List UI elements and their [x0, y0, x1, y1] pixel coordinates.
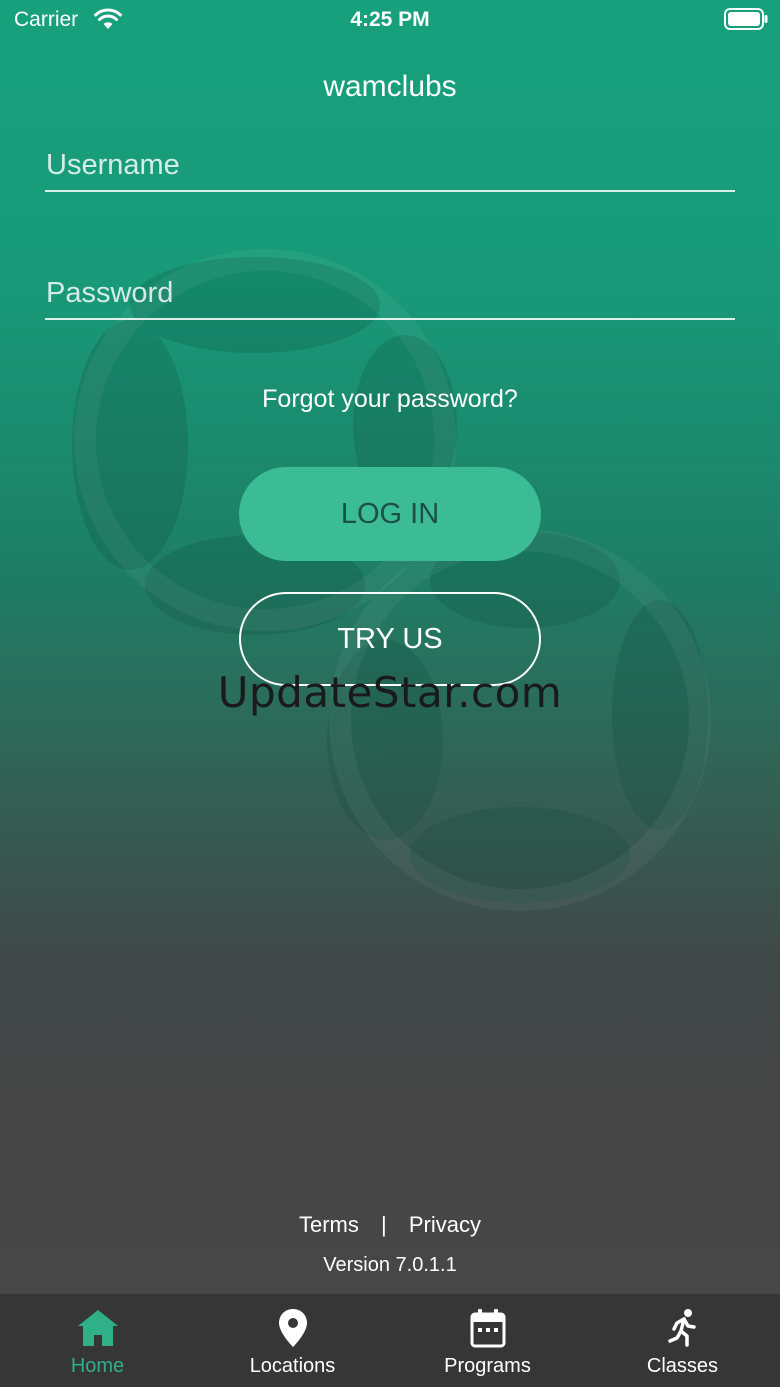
- tab-programs-label: Programs: [444, 1355, 531, 1377]
- home-icon: [77, 1310, 118, 1346]
- username-input[interactable]: [45, 140, 735, 190]
- calendar-icon: [470, 1309, 505, 1348]
- username-field: [45, 140, 735, 192]
- version-label: Version 7.0.1.1: [323, 1254, 457, 1276]
- password-field: [45, 268, 735, 320]
- tab-home[interactable]: Home: [0, 1294, 195, 1387]
- footer-separator: |: [381, 1212, 387, 1237]
- forgot-password-link[interactable]: Forgot your password?: [0, 385, 780, 414]
- status-bar: Carrier 4:25 PM: [0, 0, 780, 40]
- tab-bar: Home Locations Programs Classes: [0, 1294, 780, 1387]
- battery-icon: [724, 8, 768, 30]
- login-button[interactable]: LOG IN: [239, 467, 541, 561]
- password-input[interactable]: [45, 268, 735, 318]
- tab-classes[interactable]: Classes: [585, 1294, 780, 1387]
- tab-home-label: Home: [70, 1355, 125, 1377]
- location-pin-icon: [278, 1309, 307, 1347]
- app-title: wamclubs: [323, 70, 457, 103]
- status-time: 4:25 PM: [350, 8, 430, 31]
- privacy-link[interactable]: Privacy: [409, 1212, 481, 1238]
- watermark-text: UpdateStar.com: [217, 668, 563, 717]
- tab-locations[interactable]: Locations: [195, 1294, 390, 1387]
- tab-programs[interactable]: Programs: [390, 1294, 585, 1387]
- terms-link[interactable]: Terms: [299, 1212, 359, 1238]
- running-person-icon: [667, 1309, 696, 1347]
- tab-classes-label: Classes: [646, 1355, 719, 1377]
- footer-links: Terms | Privacy: [0, 1212, 780, 1238]
- tab-locations-label: Locations: [249, 1355, 336, 1377]
- login-screen: Carrier 4:25 PM wamclubs Forgot your pas…: [0, 0, 780, 1387]
